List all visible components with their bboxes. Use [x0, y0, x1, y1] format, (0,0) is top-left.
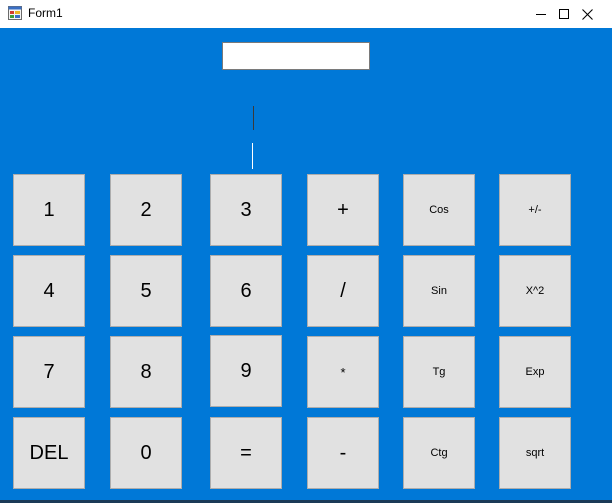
key-9[interactable]: 9 — [210, 335, 282, 407]
key-4[interactable]: 4 — [13, 255, 85, 327]
app-icon — [8, 6, 22, 20]
key-minus[interactable]: - — [307, 417, 379, 489]
text-caret — [253, 106, 254, 130]
key-multiply[interactable]: * — [307, 336, 379, 408]
key-cos[interactable]: Cos — [403, 174, 475, 246]
key-square[interactable]: X^2 — [499, 255, 571, 327]
result-caret — [252, 143, 253, 169]
key-negate[interactable]: +/- — [499, 174, 571, 246]
key-0[interactable]: 0 — [110, 417, 182, 489]
key-del[interactable]: DEL — [13, 417, 85, 489]
display-input[interactable] — [222, 42, 370, 70]
key-1[interactable]: 1 — [13, 174, 85, 246]
key-7[interactable]: 7 — [13, 336, 85, 408]
key-2[interactable]: 2 — [110, 174, 182, 246]
key-ctg[interactable]: Ctg — [403, 417, 475, 489]
key-8[interactable]: 8 — [110, 336, 182, 408]
close-button[interactable] — [564, 0, 610, 28]
key-divide[interactable]: / — [307, 255, 379, 327]
key-5[interactable]: 5 — [110, 255, 182, 327]
key-6[interactable]: 6 — [210, 255, 282, 327]
key-exp[interactable]: Exp — [499, 336, 571, 408]
window-title: Form1 — [28, 6, 63, 20]
close-icon — [581, 8, 593, 20]
key-tg[interactable]: Tg — [403, 336, 475, 408]
form-client-area: 1 2 3 + Cos +/- 4 5 6 / Sin X^2 7 8 9 * … — [0, 28, 612, 503]
key-plus[interactable]: + — [307, 174, 379, 246]
key-equals[interactable]: = — [210, 417, 282, 489]
key-sin[interactable]: Sin — [403, 255, 475, 327]
key-3[interactable]: 3 — [210, 174, 282, 246]
key-sqrt[interactable]: sqrt — [499, 417, 571, 489]
title-bar[interactable]: Form1 — [0, 0, 612, 28]
